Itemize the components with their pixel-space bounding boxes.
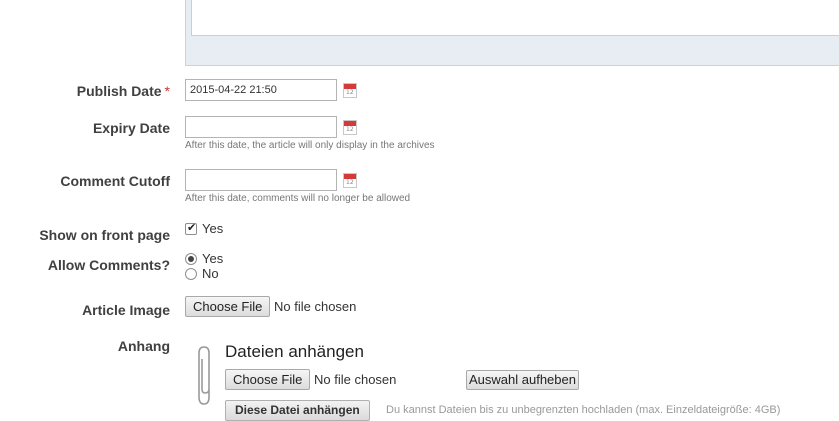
calendar-icon[interactable]: 12 bbox=[343, 83, 357, 98]
attachment-choose-file-button[interactable]: Choose File bbox=[225, 369, 311, 390]
expiry-date-input[interactable] bbox=[185, 116, 337, 138]
paperclip-icon bbox=[198, 346, 210, 405]
attach-files-title: Dateien anhängen bbox=[225, 342, 364, 361]
allow-comments-label: Allow Comments? bbox=[47, 257, 170, 273]
article-image-file-status: No file chosen bbox=[274, 299, 357, 314]
allow-comments-no-label: No bbox=[202, 266, 219, 281]
show-on-front-page-label: Show on front page bbox=[39, 227, 170, 243]
required-marker: * bbox=[164, 83, 170, 99]
calendar-icon[interactable]: 12 bbox=[343, 173, 357, 188]
anhang-label: Anhang bbox=[117, 338, 170, 354]
clear-selection-button[interactable]: Auswahl aufheben bbox=[466, 370, 579, 390]
attachment-file-status: No file chosen bbox=[314, 372, 397, 387]
expiry-date-label: Expiry Date bbox=[92, 120, 170, 136]
show-on-front-page-checkbox[interactable]: ✔ bbox=[185, 221, 197, 235]
publish-date-label: Publish Date * bbox=[76, 83, 170, 99]
calendar-icon[interactable]: 12 bbox=[343, 120, 357, 135]
editor-area bbox=[185, 0, 839, 66]
editor-textarea[interactable] bbox=[191, 0, 839, 36]
allow-comments-yes-label: Yes bbox=[202, 251, 224, 266]
article-image-label: Article Image bbox=[82, 302, 170, 318]
article-image-choose-file-button[interactable]: Choose File bbox=[185, 296, 271, 317]
upload-info-text: Du kannst Dateien bis zu unbegrenzten ho… bbox=[386, 404, 781, 416]
show-on-front-page-option-label: Yes bbox=[202, 221, 224, 236]
allow-comments-no-radio[interactable] bbox=[185, 268, 197, 280]
comment-cutoff-input[interactable] bbox=[185, 169, 337, 191]
expiry-date-hint: After this date, the article will only d… bbox=[185, 140, 435, 151]
comment-cutoff-label: Comment Cutoff bbox=[60, 173, 170, 189]
allow-comments-yes-radio[interactable] bbox=[185, 253, 197, 265]
publish-date-input[interactable] bbox=[185, 79, 337, 101]
comment-cutoff-hint: After this date, comments will no longer… bbox=[185, 193, 411, 204]
